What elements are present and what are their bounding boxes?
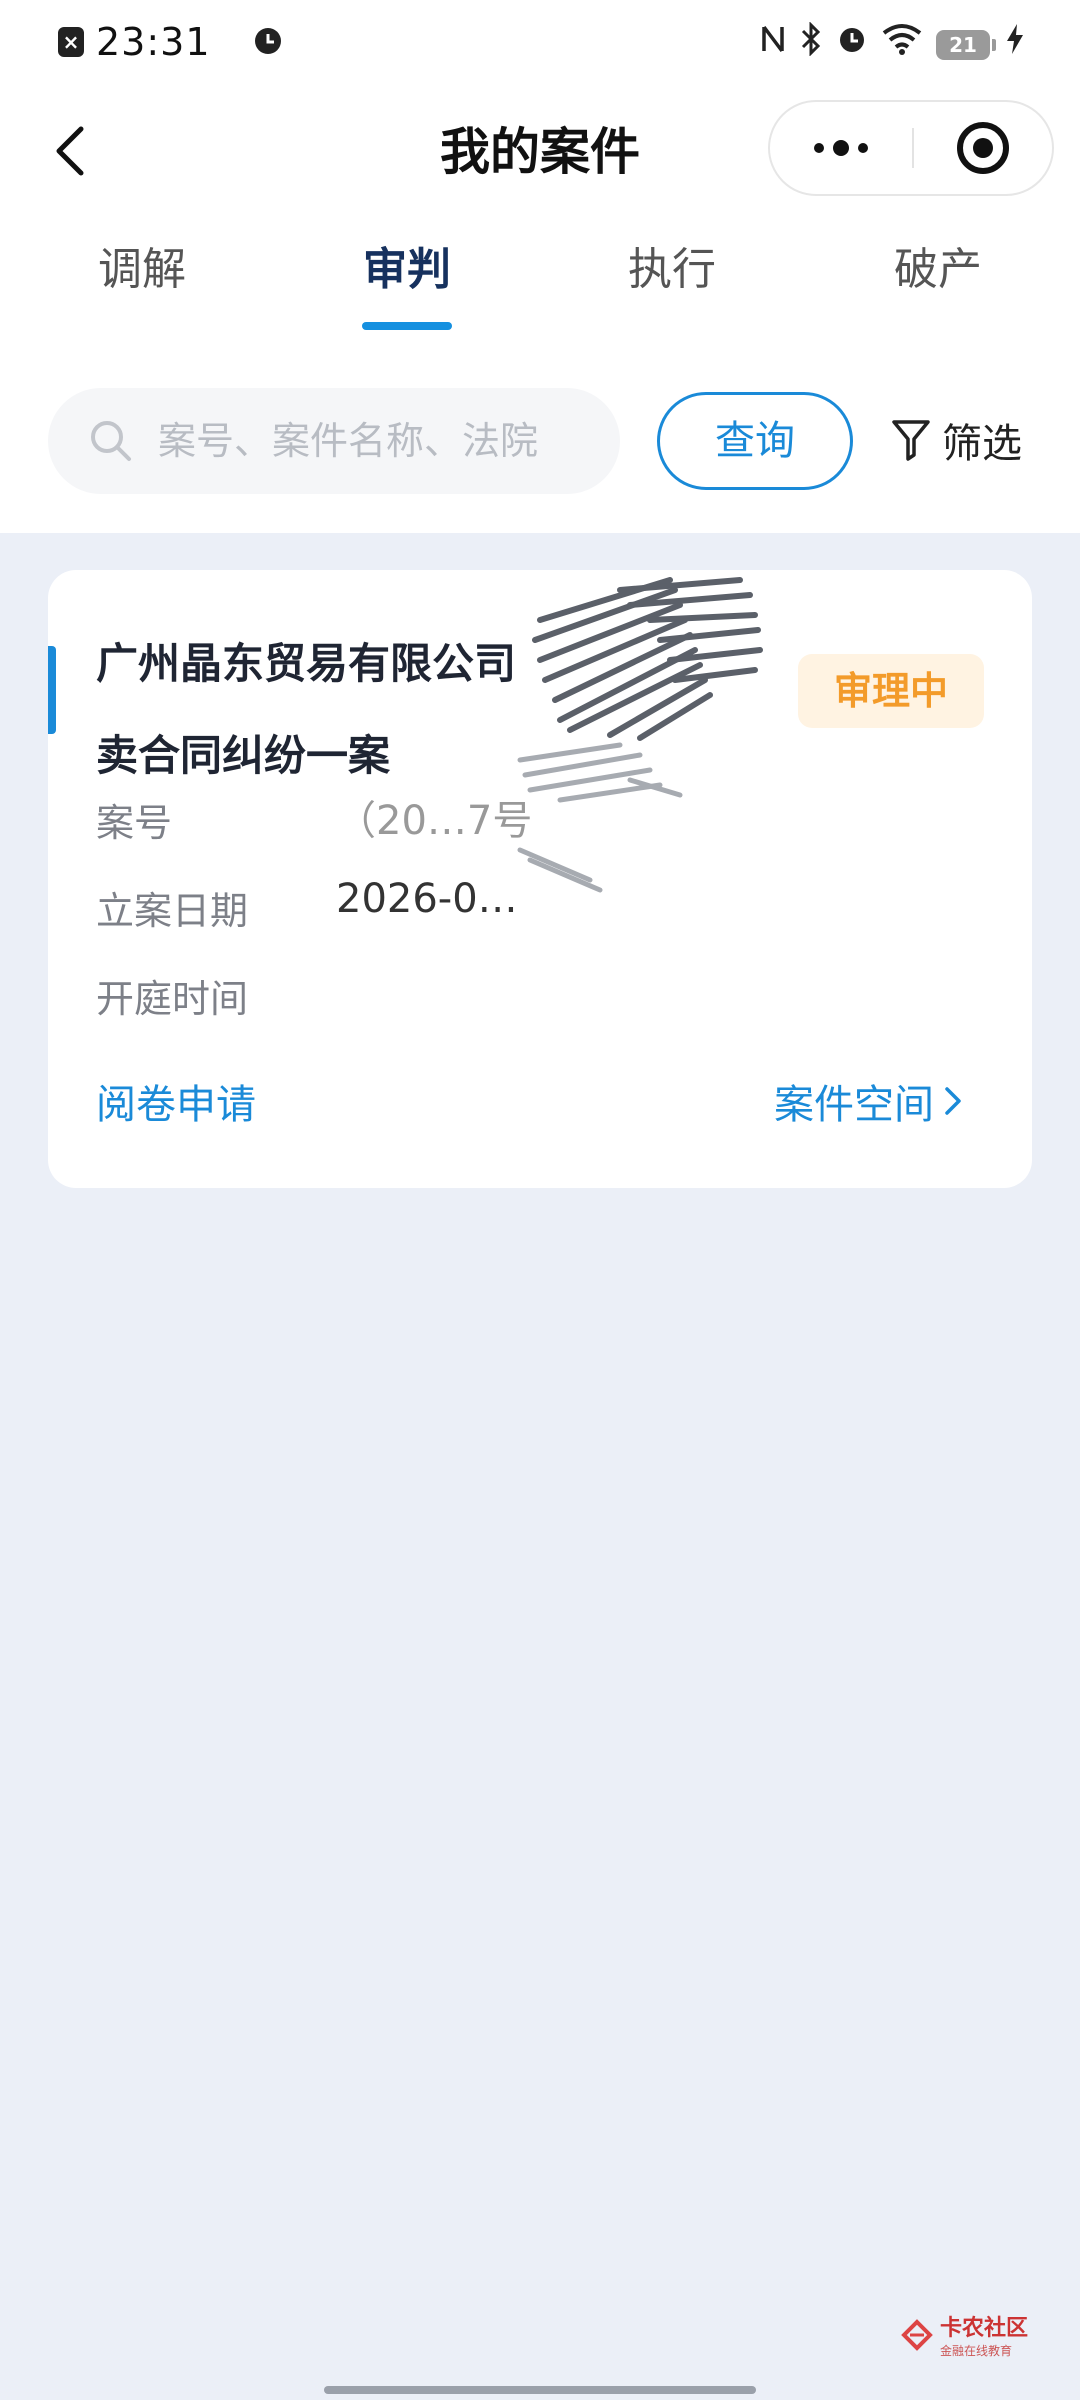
search-icon bbox=[88, 418, 134, 468]
search-box bbox=[48, 388, 620, 494]
watermark-logo-icon bbox=[901, 2318, 933, 2351]
more-button[interactable] bbox=[770, 102, 912, 194]
search-input[interactable] bbox=[158, 388, 618, 494]
nav-bar: 我的案件 bbox=[0, 84, 1080, 214]
more-dots-icon bbox=[814, 140, 868, 156]
nfc-icon bbox=[760, 23, 786, 66]
filter-label: 筛选 bbox=[942, 421, 1022, 467]
watermark: 卡农社区 金融在线教育 bbox=[900, 2310, 1028, 2359]
close-notification-icon: × bbox=[58, 27, 84, 57]
alarm-icon bbox=[251, 23, 285, 61]
active-tab-indicator bbox=[362, 322, 452, 330]
case-space-link[interactable]: 案件空间 bbox=[774, 1072, 964, 1130]
filter-button[interactable]: 筛选 bbox=[890, 408, 1022, 472]
file-review-link[interactable]: 阅卷申请 bbox=[96, 1072, 256, 1130]
battery-indicator: 21 bbox=[936, 29, 996, 60]
filing-date-label: 立案日期 bbox=[96, 889, 249, 933]
query-button[interactable]: 查询 bbox=[657, 392, 853, 490]
case-space-label: 案件空间 bbox=[774, 1082, 934, 1128]
redaction-scribble bbox=[517, 577, 763, 893]
hearing-time-label: 开庭时间 bbox=[96, 977, 249, 1021]
card-accent-bar bbox=[48, 646, 56, 734]
target-close-icon bbox=[957, 122, 1009, 174]
tab-bankruptcy[interactable]: 破产 bbox=[848, 240, 1028, 330]
charging-icon bbox=[1004, 22, 1026, 67]
status-bar: × 23:31 21 bbox=[0, 0, 1080, 84]
wifi-icon bbox=[882, 23, 922, 66]
tab-execution[interactable]: 执行 bbox=[582, 240, 762, 330]
watermark-title: 卡农社区 bbox=[940, 2316, 1029, 2341]
chevron-right-icon bbox=[945, 1087, 961, 1115]
filing-date-value: 2026-0… bbox=[336, 876, 518, 922]
home-indicator[interactable] bbox=[324, 2386, 756, 2394]
tab-mediation[interactable]: 调解 bbox=[52, 240, 232, 330]
status-time: 23:31 bbox=[96, 20, 211, 64]
tab-trial[interactable]: 审判 bbox=[317, 240, 497, 330]
watermark-subtitle: 金融在线教育 bbox=[940, 2344, 1013, 2358]
case-type-tabs: 调解 审判 执行 破产 bbox=[0, 240, 1080, 340]
close-miniprogram-button[interactable] bbox=[914, 102, 1052, 194]
case-number-label: 案号 bbox=[96, 801, 173, 845]
alarm-icon bbox=[836, 23, 868, 66]
bluetooth-icon bbox=[800, 21, 822, 67]
miniprogram-capsule bbox=[768, 100, 1054, 196]
filter-icon bbox=[892, 420, 930, 461]
